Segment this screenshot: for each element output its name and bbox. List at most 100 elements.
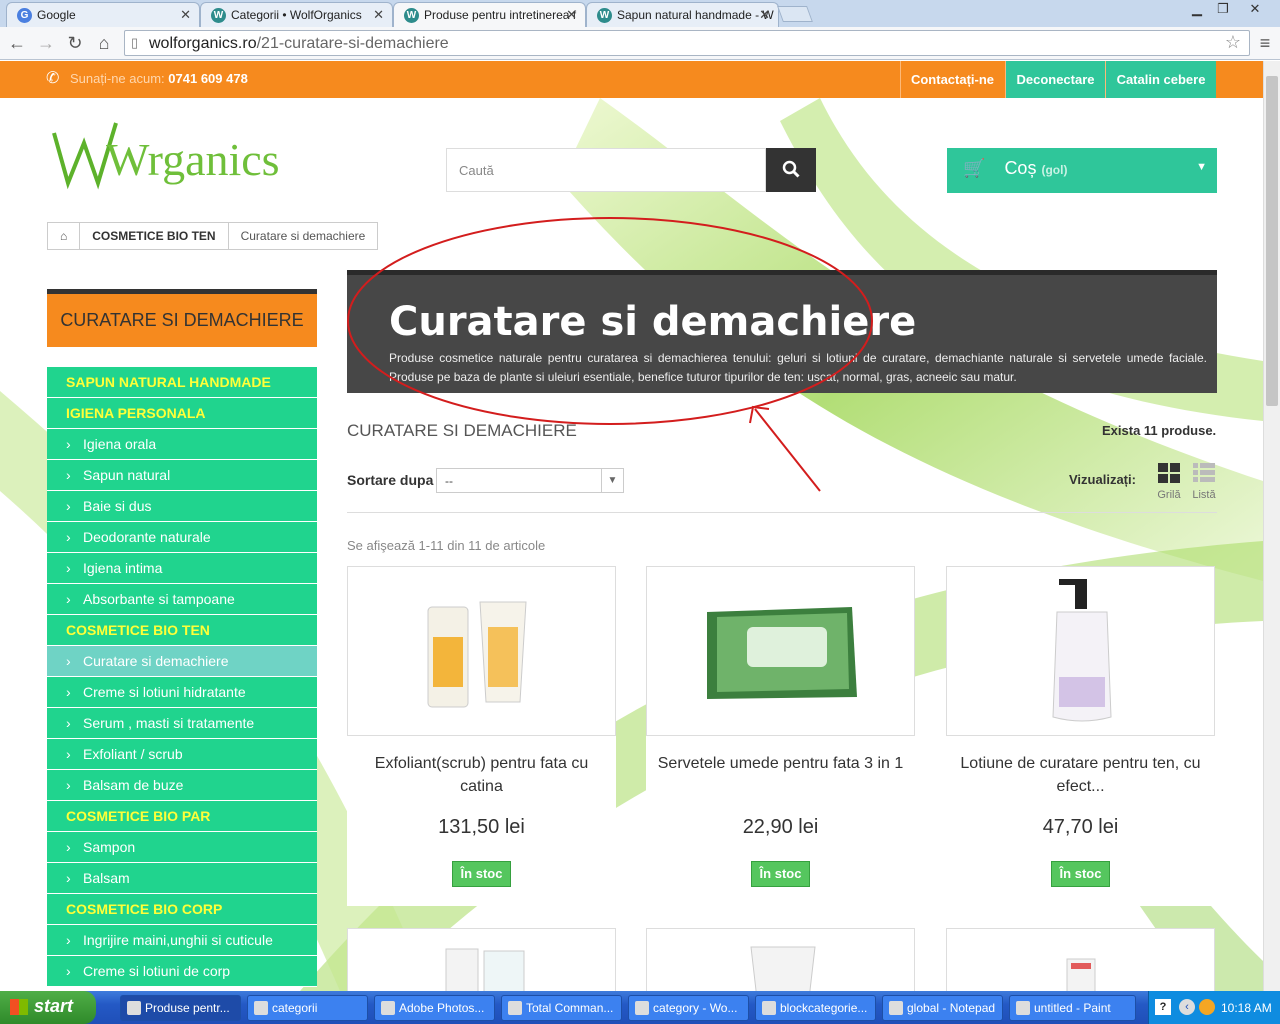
home-icon[interactable]: ⌂ [93,32,115,54]
sidebar-menu: SAPUN NATURAL HANDMADEIGIENA PERSONALAIg… [47,367,317,987]
cart-icon: 🛒 [963,158,986,178]
category-subtitle: CURATARE SI DEMACHIERE [347,421,577,440]
product-name[interactable]: Exfoliant(scrub) pentru fata cu catina [357,752,606,798]
bookmark-star-icon[interactable]: ☆ [1225,32,1241,53]
product-image[interactable] [347,566,616,736]
sidebar-item[interactable]: COSMETICE BIO CORP [47,894,317,925]
taskbar-item[interactable]: blockcategorie... [755,995,876,1021]
sidebar-item[interactable]: Igiena orala [47,429,317,460]
windows-logo-icon [10,999,28,1015]
list-view-button[interactable]: Listă [1192,462,1216,501]
product-name[interactable]: Lotiune de curatare pentru ten, cu efect… [956,752,1205,798]
taskbar-item[interactable]: global - Notepad [882,995,1003,1021]
product-name[interactable]: Servetele umede pentru fata 3 in 1 [656,752,905,775]
product-image[interactable] [646,566,915,736]
web-page: ✆ Sunați-ne acum: 0741 609 478 Contactaț… [0,61,1263,991]
close-tab-icon[interactable]: ✕ [373,7,384,23]
help-icon[interactable]: ? [1155,999,1171,1015]
search-icon [782,160,800,178]
taskbar-item[interactable]: untitled - Paint [1009,995,1136,1021]
sidebar-title: CURATARE SI DEMACHIERE [47,289,317,347]
sidebar-item[interactable]: Exfoliant / scrub [47,739,317,770]
wolforganics-favicon-icon: W [211,8,226,23]
product-card[interactable] [347,928,616,991]
start-button[interactable]: start [0,991,96,1024]
browser-tab-categorii[interactable]: W Categorii • WolfOrganics ✕ [200,2,393,27]
product-card[interactable]: Servetele umede pentru fata 3 in 1 22,90… [646,566,915,906]
taskbar-label: blockcategorie... [780,1001,868,1015]
grid-view-label: Grilă [1157,489,1181,501]
sidebar-item[interactable]: COSMETICE BIO TEN [47,615,317,646]
sidebar-item[interactable]: Balsam [47,863,317,894]
sidebar-item[interactable]: Ingrijire maini,unghii si cuticule [47,925,317,956]
taskbar-item[interactable]: Total Comman... [501,995,622,1021]
tab-title: Categorii • WolfOrganics [231,8,362,22]
sidebar-item[interactable]: Igiena intima [47,553,317,584]
close-window-icon[interactable]: ✕ [1242,0,1268,18]
taskbar-item[interactable]: Adobe Photos... [374,995,495,1021]
browser-tab-google[interactable]: G Google ✕ [6,2,200,27]
scrollbar[interactable] [1263,61,1280,991]
reload-icon[interactable]: ↻ [64,32,86,54]
sidebar-item[interactable]: Creme si lotiuni hidratante [47,677,317,708]
address-bar[interactable]: ▯ wolforganics.ro/21-curatare-si-demachi… [124,30,1250,56]
browser-tab-sapun[interactable]: W Sapun natural handmade - W ✕ [586,2,779,27]
product-price: 22,90 lei [742,816,819,838]
chevron-left-icon[interactable]: ‹ [1179,999,1195,1015]
windows-taskbar: start Produse pentr... categorii Adobe P… [0,991,1280,1024]
sidebar-item[interactable]: Baie si dus [47,491,317,522]
close-tab-icon[interactable]: ✕ [759,7,770,23]
close-tab-icon[interactable]: ✕ [566,7,577,23]
sidebar-item[interactable]: SAPUN NATURAL HANDMADE [47,367,317,398]
search-button[interactable] [766,148,816,192]
breadcrumb-category[interactable]: COSMETICE BIO TEN [80,223,229,249]
scrollbar-thumb[interactable] [1266,76,1278,406]
search-input[interactable]: Caută [446,148,766,192]
logout-link[interactable]: Deconectare [1005,61,1105,98]
restore-icon[interactable]: ❐ [1210,0,1236,18]
sidebar-item[interactable]: Curatare si demachiere [47,646,317,677]
tray-app-icon[interactable] [1199,999,1215,1015]
sidebar-item[interactable]: Serum , masti si tratamente [47,708,317,739]
sidebar-item[interactable]: Balsam de buze [47,770,317,801]
forward-icon[interactable]: → [35,32,57,54]
product-card[interactable]: Exfoliant(scrub) pentru fata cu catina 1… [347,566,616,906]
product-card[interactable] [946,928,1215,991]
site-logo[interactable]: Wrganics [46,113,296,193]
taskbar-label: Adobe Photos... [399,1001,485,1015]
sort-select[interactable]: -- ▼ [436,468,624,493]
product-card[interactable]: Lotiune de curatare pentru ten, cu efect… [946,566,1215,906]
product-price: 131,50 lei [438,816,525,838]
sidebar-item[interactable]: Deodorante naturale [47,522,317,553]
taskbar-item[interactable]: Produse pentr... [120,995,241,1021]
browser-tab-produse[interactable]: W Produse pentru intretinerea f ✕ [393,2,586,27]
tab-title: Sapun natural handmade - W [617,8,774,22]
sidebar-item[interactable]: Creme si lotiuni de corp [47,956,317,987]
home-icon[interactable]: ⌂ [48,223,81,249]
contact-link[interactable]: Contactați-ne [900,61,1004,98]
menu-icon[interactable]: ≡ [1254,32,1276,54]
minimize-icon[interactable]: ▁ [1184,0,1210,18]
product-card[interactable] [646,928,915,991]
sidebar-item[interactable]: Sampon [47,832,317,863]
new-tab-button[interactable] [777,6,813,22]
page-icon: ▯ [131,35,139,50]
tab-title: Google [37,8,76,22]
grid-view-button[interactable]: Grilă [1157,462,1181,501]
sidebar-item[interactable]: IGIENA PERSONALA [47,398,317,429]
taskbar-label: untitled - Paint [1034,1001,1111,1015]
taskbar-item[interactable]: category - Wo... [628,995,749,1021]
product-bottle-graphic [1052,579,1112,722]
close-tab-icon[interactable]: ✕ [180,7,191,23]
sidebar-item[interactable]: Sapun natural [47,460,317,491]
product-tube-graphic [427,601,527,708]
clock: 10:18 AM [1221,1001,1272,1015]
taskbar-label: Total Comman... [526,1001,614,1015]
cart-button[interactable]: 🛒 Coș (gol) ▼ [947,148,1217,193]
sidebar-item[interactable]: Absorbante si tampoane [47,584,317,615]
account-link[interactable]: Catalin cebere [1105,61,1216,98]
back-icon[interactable]: ← [6,32,28,54]
taskbar-item[interactable]: categorii [247,995,368,1021]
sidebar-item[interactable]: COSMETICE BIO PAR [47,801,317,832]
product-image[interactable] [946,566,1215,736]
